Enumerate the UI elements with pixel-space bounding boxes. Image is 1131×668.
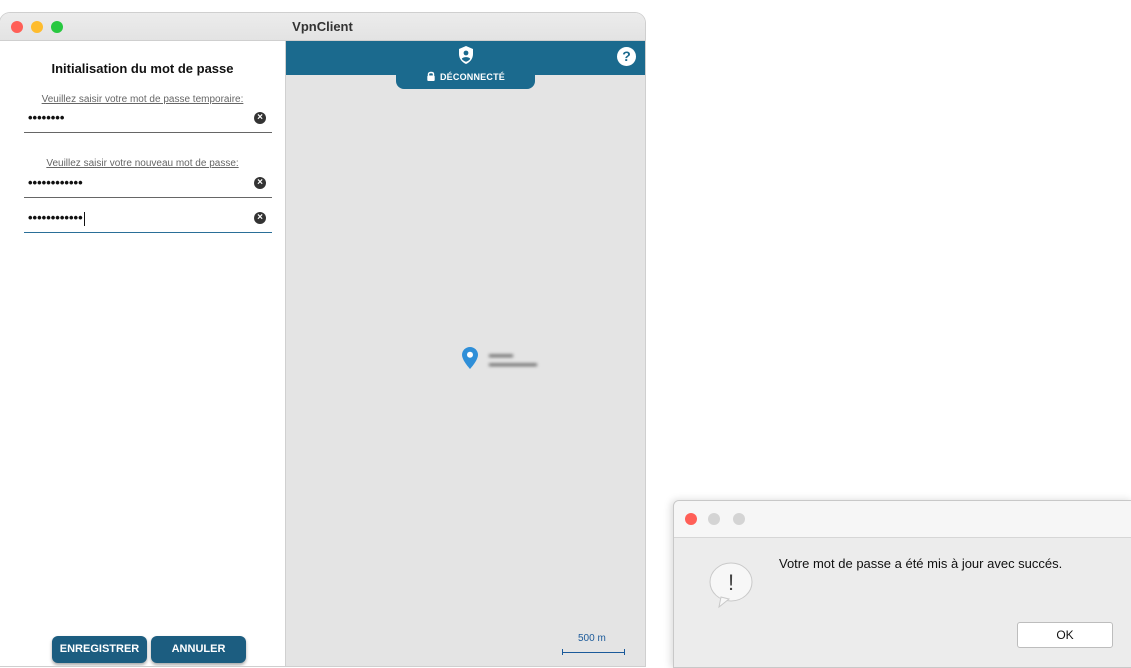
temp-password-field[interactable]: •••••••• × bbox=[24, 108, 272, 133]
dialog-titlebar[interactable] bbox=[674, 501, 1131, 538]
dialog-zoom-button bbox=[733, 513, 745, 525]
dialog-close-button[interactable] bbox=[685, 513, 697, 525]
map-panel[interactable]: DÉCONNECTÉ ? ▬▬▬ ▬▬▬▬▬▬ 500 m bbox=[285, 41, 645, 666]
confirm-password-field[interactable]: •••••••••••• × bbox=[24, 208, 272, 233]
new-password-field[interactable]: •••••••••••• × bbox=[24, 173, 272, 198]
clear-icon[interactable]: × bbox=[254, 112, 266, 124]
connection-status-label: DÉCONNECTÉ bbox=[439, 72, 505, 82]
connection-status-tab[interactable]: DÉCONNECTÉ bbox=[396, 41, 535, 89]
temp-password-value: •••••••• bbox=[28, 110, 65, 125]
clear-icon[interactable]: × bbox=[254, 177, 266, 189]
text-caret bbox=[83, 211, 85, 226]
new-password-value: •••••••••••• bbox=[28, 175, 83, 190]
new-password-label: Veuillez saisir votre nouveau mot de pas… bbox=[46, 158, 239, 169]
shield-user-icon bbox=[459, 46, 473, 64]
dialog-message: Votre mot de passe a été mis à jour avec… bbox=[779, 556, 1063, 571]
confirm-password-dots: •••••••••••• bbox=[28, 210, 83, 225]
dialog-minimize-button bbox=[708, 513, 720, 525]
save-button[interactable]: ENREGISTRER bbox=[52, 636, 147, 663]
confirm-password-value: •••••••••••• bbox=[28, 210, 85, 226]
ok-button[interactable]: OK bbox=[1017, 622, 1113, 648]
location-pin-icon[interactable] bbox=[462, 347, 478, 369]
window-titlebar[interactable]: VpnClient bbox=[0, 13, 645, 41]
temp-password-label: Veuillez saisir votre mot de passe tempo… bbox=[41, 94, 244, 105]
lock-icon bbox=[427, 71, 435, 81]
cancel-button[interactable]: ANNULER bbox=[151, 636, 246, 663]
connection-status: DÉCONNECTÉ bbox=[396, 71, 535, 82]
map-scale-bar bbox=[562, 649, 625, 655]
success-dialog: ! Votre mot de passe a été mis à jour av… bbox=[673, 500, 1131, 668]
panel-title: Initialisation du mot de passe bbox=[51, 61, 234, 76]
window-title: VpnClient bbox=[292, 19, 353, 34]
map-scale-label: 500 m bbox=[578, 633, 606, 644]
alert-icon: ! bbox=[709, 562, 753, 609]
password-init-panel: Initialisation du mot de passe Veuillez … bbox=[0, 41, 285, 666]
help-icon[interactable]: ? bbox=[617, 47, 636, 66]
location-label-blurred: ▬▬▬ ▬▬▬▬▬▬ bbox=[489, 350, 537, 368]
clear-icon[interactable]: × bbox=[254, 212, 266, 224]
alert-symbol: ! bbox=[728, 570, 734, 595]
vpnclient-window: VpnClient Initialisation du mot de passe… bbox=[0, 13, 645, 666]
